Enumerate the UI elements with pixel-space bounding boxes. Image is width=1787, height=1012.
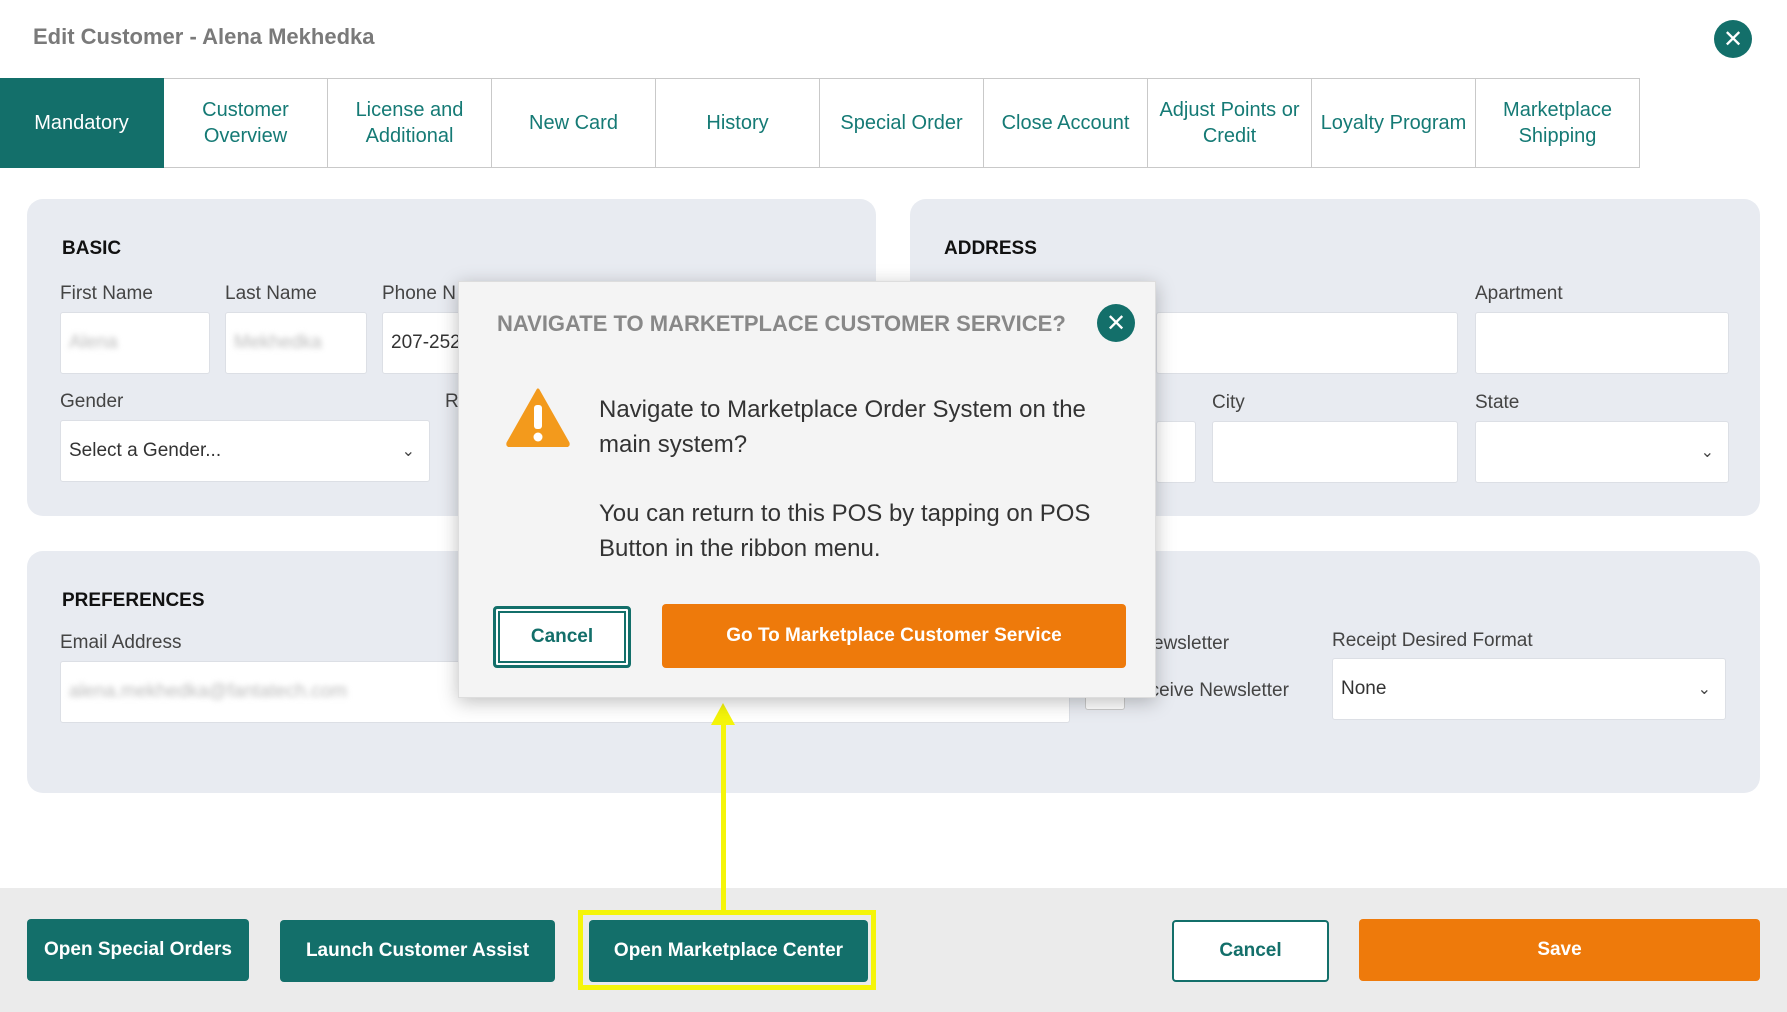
- open-special-orders-button[interactable]: Open Special Orders: [27, 919, 249, 981]
- first-name-value: Alena: [69, 332, 118, 353]
- gender-label: Gender: [60, 391, 124, 412]
- tab-customer-overview[interactable]: Customer Overview: [164, 78, 328, 168]
- save-button[interactable]: Save: [1359, 919, 1760, 981]
- last-name-value: Mekhedka: [234, 332, 322, 353]
- city-field[interactable]: [1212, 421, 1458, 483]
- confirm-dialog: NAVIGATE TO MARKETPLACE CUSTOMER SERVICE…: [458, 281, 1156, 698]
- tab-mandatory[interactable]: Mandatory: [0, 78, 164, 168]
- chevron-down-icon: ⌄: [1697, 681, 1711, 698]
- gender-select[interactable]: Select a Gender... ⌄: [60, 420, 430, 482]
- tab-history[interactable]: History: [656, 78, 820, 168]
- preferences-heading: PREFERENCES: [62, 590, 205, 611]
- receive-newsletter-label: eceive Newsletter: [1139, 680, 1289, 701]
- receipt-format-value: None: [1341, 678, 1387, 699]
- address-field[interactable]: [1156, 312, 1458, 374]
- tab-special-order[interactable]: Special Order: [820, 78, 984, 168]
- dialog-cancel-button[interactable]: Cancel: [493, 606, 631, 668]
- highlight-box: [578, 910, 876, 990]
- apartment-field[interactable]: [1475, 312, 1729, 374]
- tab-new-card[interactable]: New Card: [492, 78, 656, 168]
- dialog-message-2: You can return to this POS by tapping on…: [599, 500, 1091, 562]
- dialog-message-1: Navigate to Marketplace Order System on …: [599, 396, 1086, 458]
- tab-marketplace-shipping[interactable]: Marketplace Shipping: [1476, 78, 1640, 168]
- apartment-label: Apartment: [1475, 283, 1563, 304]
- email-label: Email Address: [60, 632, 182, 653]
- newsletter-label: ewsletter: [1153, 633, 1230, 654]
- last-name-field[interactable]: Mekhedka: [225, 312, 367, 374]
- state-select[interactable]: ⌄: [1475, 421, 1729, 483]
- tab-bar: Mandatory Customer Overview License and …: [0, 78, 1640, 168]
- chevron-down-icon: ⌄: [401, 443, 415, 460]
- window-header: Edit Customer - Alena Mekhedka ✕: [0, 0, 1787, 78]
- state-label: State: [1475, 392, 1520, 413]
- city-label: City: [1212, 392, 1245, 413]
- email-value: alena.mekhedka@fantatech.com: [69, 681, 348, 702]
- launch-customer-assist-button[interactable]: Launch Customer Assist: [280, 920, 555, 982]
- window-title: Edit Customer - Alena Mekhedka: [33, 24, 375, 49]
- receipt-format-label: Receipt Desired Format: [1332, 630, 1533, 651]
- highlight-arrow-head: [711, 703, 735, 725]
- tab-close-account[interactable]: Close Account: [984, 78, 1148, 168]
- gender-value: Select a Gender...: [69, 440, 222, 461]
- highlight-arrow-line: [721, 718, 726, 910]
- warning-icon: [506, 388, 570, 447]
- tab-loyalty-program[interactable]: Loyalty Program: [1312, 78, 1476, 168]
- go-to-marketplace-button[interactable]: Go To Marketplace Customer Service: [662, 604, 1126, 668]
- close-window-button[interactable]: ✕: [1714, 20, 1752, 58]
- basic-heading: BASIC: [62, 238, 122, 259]
- r-label: R: [445, 391, 459, 412]
- last-name-label: Last Name: [225, 283, 317, 304]
- first-name-field[interactable]: Alena: [60, 312, 210, 374]
- dialog-title: NAVIGATE TO MARKETPLACE CUSTOMER SERVICE…: [497, 311, 1066, 336]
- chevron-down-icon: ⌄: [1700, 444, 1714, 461]
- dialog-close-button[interactable]: ✕: [1097, 304, 1135, 342]
- cancel-button[interactable]: Cancel: [1172, 920, 1329, 982]
- phone-value: 207-252: [391, 332, 461, 353]
- receipt-format-select[interactable]: None ⌄: [1332, 658, 1726, 720]
- address-heading: ADDRESS: [944, 238, 1037, 259]
- tab-adjust-points[interactable]: Adjust Points or Credit: [1148, 78, 1312, 168]
- close-icon: ✕: [1105, 309, 1127, 337]
- phone-label: Phone N: [382, 283, 456, 304]
- tab-license-additional[interactable]: License and Additional: [328, 78, 492, 168]
- first-name-label: First Name: [60, 283, 153, 304]
- zip-field[interactable]: [1156, 421, 1196, 483]
- close-icon: ✕: [1722, 25, 1744, 53]
- footer-bar: Open Special Orders Launch Customer Assi…: [0, 888, 1787, 1012]
